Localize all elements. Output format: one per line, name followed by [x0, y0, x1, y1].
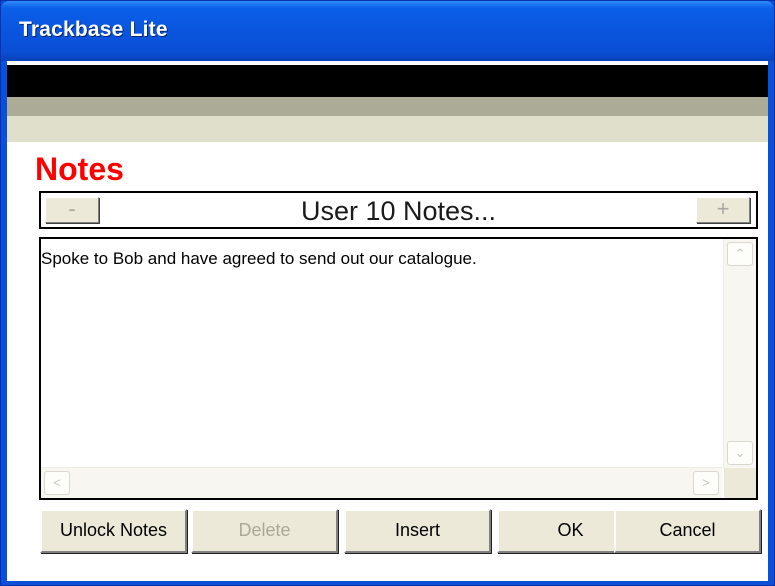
delete-label: Delete [238, 520, 291, 540]
scroll-left-icon[interactable]: < [44, 471, 70, 495]
insert-label: Insert [394, 520, 441, 540]
trackbase-window: Trackbase Lite Notes - User 10 Notes... … [0, 0, 775, 586]
next-note-button[interactable]: + [696, 197, 750, 223]
ok-label: OK [557, 520, 584, 540]
scroll-down-icon[interactable]: ⌄ [727, 441, 753, 465]
notes-text-area[interactable]: Spoke to Bob and have agreed to send out… [39, 237, 758, 500]
notes-navigator: - User 10 Notes... + [39, 191, 758, 229]
window-title: Trackbase Lite [19, 18, 168, 41]
notes-text[interactable]: Spoke to Bob and have agreed to send out… [41, 249, 477, 269]
title-bar[interactable]: Trackbase Lite [1, 1, 774, 61]
notes-nav-title: User 10 Notes... [300, 196, 497, 226]
header-band-black [7, 65, 768, 97]
dialog-client-area: Notes - User 10 Notes... + Spoke to Bob … [7, 61, 768, 581]
insert-button[interactable]: Insert [344, 509, 491, 553]
delete-button[interactable]: Delete [191, 509, 338, 553]
cancel-label: Cancel [659, 520, 716, 540]
header-band-light [7, 116, 768, 142]
header-band-gray [7, 97, 768, 116]
unlock-notes-label: Unlock Notes [59, 520, 168, 540]
notes-heading: Notes [35, 151, 124, 187]
horizontal-scrollbar[interactable]: < > [41, 467, 722, 498]
scroll-up-icon[interactable]: ⌃ [727, 242, 753, 266]
unlock-notes-button[interactable]: Unlock Notes [40, 509, 187, 553]
previous-note-button[interactable]: - [45, 197, 99, 223]
scroll-right-icon[interactable]: > [693, 471, 719, 495]
cancel-button[interactable]: Cancel [614, 509, 761, 553]
vertical-scrollbar[interactable]: ⌃ ⌄ [723, 239, 756, 468]
scrollbar-corner [724, 468, 756, 498]
